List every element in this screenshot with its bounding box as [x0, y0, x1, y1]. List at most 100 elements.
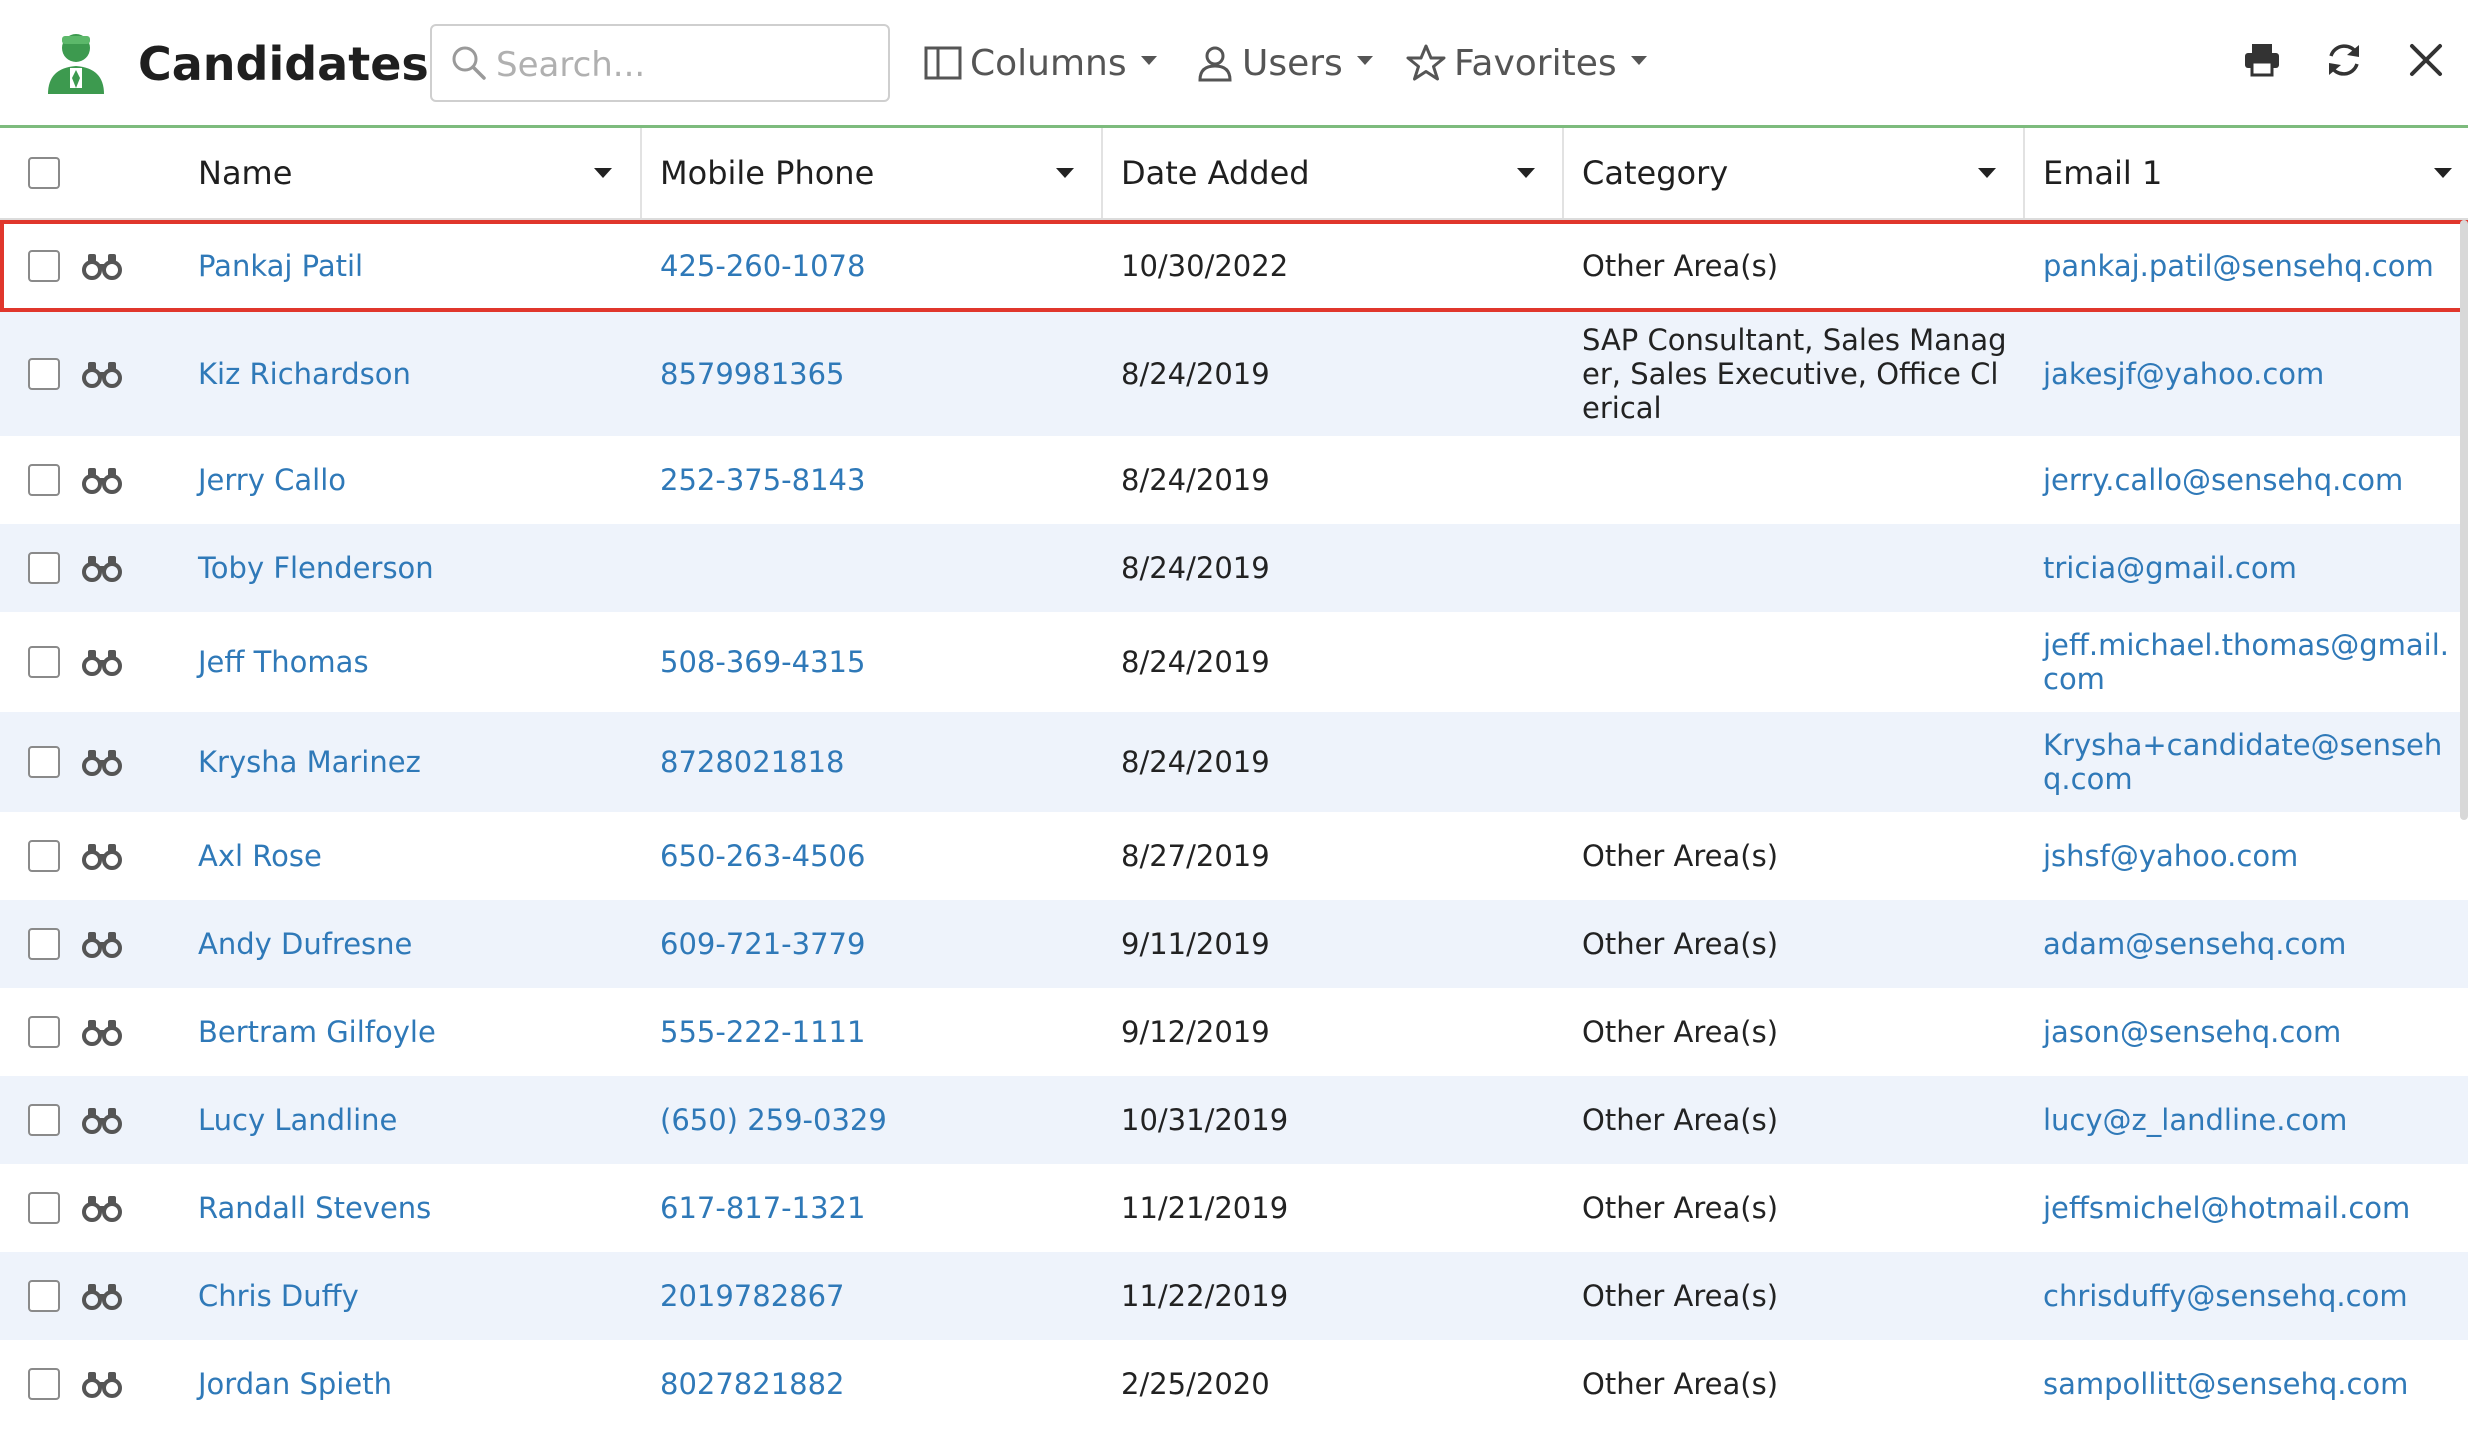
row-checkbox[interactable] — [28, 746, 60, 778]
mobile-phone-link[interactable]: (650) 259-0329 — [660, 1076, 1090, 1164]
candidate-name-link[interactable]: Pankaj Patil — [198, 220, 628, 312]
mobile-phone-link[interactable] — [660, 524, 1090, 612]
select-all-checkbox[interactable] — [28, 157, 60, 189]
candidate-name-link[interactable]: Kiz Richardson — [198, 312, 628, 436]
email-link[interactable]: pankaj.patil@sensehq.com — [2043, 220, 2458, 312]
row-checkbox[interactable] — [28, 646, 60, 678]
search-input[interactable] — [494, 38, 878, 92]
column-divider[interactable] — [1562, 128, 1564, 218]
row-checkbox[interactable] — [28, 1368, 60, 1400]
column-menu-caret-icon[interactable] — [1978, 168, 1996, 178]
column-divider[interactable] — [2023, 128, 2025, 218]
mobile-phone-link[interactable]: 555-222-1111 — [660, 988, 1090, 1076]
candidate-name-link[interactable]: Lucy Landline — [198, 1076, 628, 1164]
mobile-phone-link[interactable]: 8579981365 — [660, 312, 1090, 436]
row-checkbox[interactable] — [28, 464, 60, 496]
print-button[interactable] — [2236, 34, 2288, 86]
candidate-name-link[interactable]: Krysha Marinez — [198, 712, 628, 812]
preview-binoculars-icon[interactable] — [82, 612, 132, 712]
row-checkbox[interactable] — [28, 552, 60, 584]
email-link[interactable]: jason@sensehq.com — [2043, 988, 2458, 1076]
preview-binoculars-icon[interactable] — [82, 1164, 132, 1252]
mobile-phone-link[interactable]: 650-263-4506 — [660, 812, 1090, 900]
preview-binoculars-icon[interactable] — [82, 988, 132, 1076]
table-row[interactable]: Bertram Gilfoyle 555-222-1111 9/12/2019 … — [0, 988, 2468, 1076]
candidate-name-link[interactable]: Randall Stevens — [198, 1164, 628, 1252]
row-checkbox[interactable] — [28, 1280, 60, 1312]
users-menu-button[interactable]: Users — [1196, 30, 1373, 96]
preview-binoculars-icon[interactable] — [82, 812, 132, 900]
column-header-mobile-phone[interactable]: Mobile Phone — [660, 128, 1102, 218]
column-header-category[interactable]: Category — [1582, 128, 2024, 218]
column-header-email-1[interactable]: Email 1 — [2043, 128, 2468, 218]
table-row[interactable]: Pankaj Patil 425-260-1078 10/30/2022 Oth… — [0, 220, 2468, 312]
preview-binoculars-icon[interactable] — [82, 1252, 132, 1340]
row-checkbox[interactable] — [28, 928, 60, 960]
row-checkbox[interactable] — [28, 1016, 60, 1048]
candidate-name-link[interactable]: Jordan Spieth — [198, 1340, 628, 1428]
columns-menu-button[interactable]: Columns — [924, 30, 1157, 96]
email-link[interactable]: sampollitt@sensehq.com — [2043, 1340, 2458, 1428]
email-link[interactable]: adam@sensehq.com — [2043, 900, 2458, 988]
candidate-name-link[interactable]: Jeff Thomas — [198, 612, 628, 712]
mobile-phone-link[interactable]: 8027821882 — [660, 1340, 1090, 1428]
preview-binoculars-icon[interactable] — [82, 712, 132, 812]
row-checkbox[interactable] — [28, 840, 60, 872]
row-checkbox[interactable] — [28, 1104, 60, 1136]
email-link[interactable]: jshsf@yahoo.com — [2043, 812, 2458, 900]
candidate-name-link[interactable]: Bertram Gilfoyle — [198, 988, 628, 1076]
row-checkbox[interactable] — [28, 1192, 60, 1224]
mobile-phone-link[interactable]: 508-369-4315 — [660, 612, 1090, 712]
mobile-phone-link[interactable]: 2019782867 — [660, 1252, 1090, 1340]
row-checkbox[interactable] — [28, 358, 60, 390]
candidate-name-link[interactable]: Axl Rose — [198, 812, 628, 900]
mobile-phone-link[interactable]: 617-817-1321 — [660, 1164, 1090, 1252]
email-link[interactable]: lucy@z_landline.com — [2043, 1076, 2458, 1164]
mobile-phone-link[interactable]: 8728021818 — [660, 712, 1090, 812]
preview-binoculars-icon[interactable] — [82, 1340, 132, 1428]
mobile-phone-link[interactable]: 425-260-1078 — [660, 220, 1090, 312]
column-menu-caret-icon[interactable] — [1056, 168, 1074, 178]
preview-binoculars-icon[interactable] — [82, 900, 132, 988]
candidate-name-link[interactable]: Jerry Callo — [198, 436, 628, 524]
preview-binoculars-icon[interactable] — [82, 524, 132, 612]
mobile-phone-link[interactable]: 252-375-8143 — [660, 436, 1090, 524]
candidate-name-link[interactable]: Chris Duffy — [198, 1252, 628, 1340]
candidate-name-link[interactable]: Andy Dufresne — [198, 900, 628, 988]
preview-binoculars-icon[interactable] — [82, 220, 132, 312]
email-link[interactable]: Krysha+candidate@sensehq.com — [2043, 712, 2458, 812]
email-link[interactable]: jakesjf@yahoo.com — [2043, 312, 2458, 436]
table-row[interactable]: Jordan Spieth 8027821882 2/25/2020 Other… — [0, 1340, 2468, 1428]
table-row[interactable]: Andy Dufresne 609-721-3779 9/11/2019 Oth… — [0, 900, 2468, 988]
table-row[interactable]: Axl Rose 650-263-4506 8/27/2019 Other Ar… — [0, 812, 2468, 900]
column-menu-caret-icon[interactable] — [1517, 168, 1535, 178]
column-menu-caret-icon[interactable] — [594, 168, 612, 178]
email-link[interactable]: tricia@gmail.com — [2043, 524, 2458, 612]
table-row[interactable]: Chris Duffy 2019782867 11/22/2019 Other … — [0, 1252, 2468, 1340]
table-row[interactable]: Kiz Richardson 8579981365 8/24/2019 SAP … — [0, 312, 2468, 436]
email-link[interactable]: jerry.callo@sensehq.com — [2043, 436, 2458, 524]
table-row[interactable]: Krysha Marinez 8728021818 8/24/2019 Krys… — [0, 712, 2468, 812]
close-button[interactable] — [2400, 34, 2452, 86]
table-row[interactable]: Toby Flenderson 8/24/2019 tricia@gmail.c… — [0, 524, 2468, 612]
mobile-phone-link[interactable]: 609-721-3779 — [660, 900, 1090, 988]
row-checkbox[interactable] — [28, 250, 60, 282]
preview-binoculars-icon[interactable] — [82, 436, 132, 524]
column-menu-caret-icon[interactable] — [2434, 168, 2452, 178]
favorites-menu-button[interactable]: Favorites — [1406, 30, 1647, 96]
search-box[interactable] — [430, 24, 890, 102]
column-header-date-added[interactable]: Date Added — [1121, 128, 1563, 218]
table-row[interactable]: Lucy Landline (650) 259-0329 10/31/2019 … — [0, 1076, 2468, 1164]
email-link[interactable]: chrisduffy@sensehq.com — [2043, 1252, 2458, 1340]
email-link[interactable]: jeff.michael.thomas@gmail.com — [2043, 612, 2458, 712]
table-row[interactable]: Randall Stevens 617-817-1321 11/21/2019 … — [0, 1164, 2468, 1252]
refresh-button[interactable] — [2318, 34, 2370, 86]
preview-binoculars-icon[interactable] — [82, 312, 132, 436]
column-header-name[interactable]: Name — [198, 128, 640, 218]
column-divider[interactable] — [640, 128, 642, 218]
preview-binoculars-icon[interactable] — [82, 1076, 132, 1164]
email-link[interactable]: jeffsmichel@hotmail.com — [2043, 1164, 2458, 1252]
column-divider[interactable] — [1101, 128, 1103, 218]
vertical-scrollbar[interactable] — [2460, 220, 2468, 820]
candidate-name-link[interactable]: Toby Flenderson — [198, 524, 628, 612]
